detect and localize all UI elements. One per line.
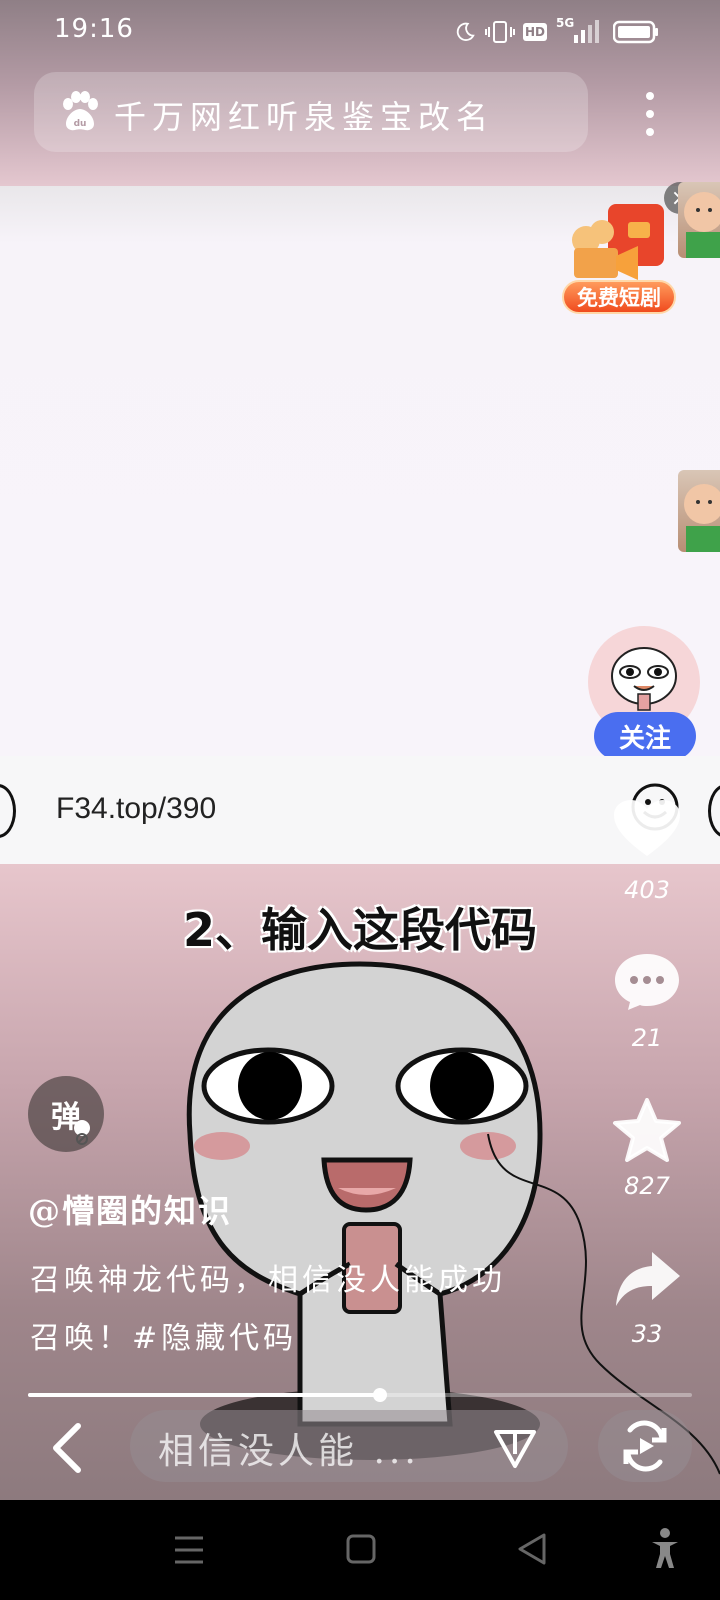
circle-icon — [708, 784, 720, 838]
like-count: 403 — [624, 876, 670, 904]
search-bar[interactable]: du 千万网红听泉鉴宝改名 — [34, 72, 588, 152]
more-vertical-icon[interactable] — [630, 84, 670, 144]
battery-icon — [612, 18, 660, 46]
moon-icon — [452, 18, 478, 46]
ad-label[interactable]: 免费短剧 — [562, 280, 676, 314]
video-description: 召唤神龙代码，相信没人能成功召唤！#隐藏代码 — [30, 1263, 506, 1356]
svg-text:du: du — [74, 119, 87, 129]
baby-thumbnail[interactable] — [678, 182, 720, 258]
baidu-paw-icon: du — [58, 90, 102, 134]
system-nav-bar — [0, 1500, 720, 1600]
vibrate-icon — [484, 18, 516, 46]
circle-icon — [0, 784, 16, 838]
search-query: 千万网红听泉鉴宝改名 — [114, 98, 495, 136]
back-triangle-icon[interactable] — [516, 1532, 548, 1566]
comment-input[interactable]: 相信没人能 ... — [130, 1410, 568, 1482]
progress-fill — [28, 1393, 380, 1397]
back-icon[interactable] — [48, 1420, 88, 1476]
comment-icon[interactable] — [612, 950, 682, 1012]
replay-icon[interactable] — [598, 1410, 692, 1482]
share-icon[interactable] — [612, 1248, 682, 1310]
hd-icon: HD — [522, 23, 547, 41]
danmu-off-icon — [74, 1120, 90, 1145]
status-time: 19:16 — [54, 14, 134, 44]
share-count: 33 — [631, 1320, 663, 1348]
send-icon[interactable] — [492, 1424, 538, 1470]
baby-thumbnail[interactable] — [678, 470, 720, 552]
favorite-count: 827 — [624, 1172, 670, 1200]
status-bar: 19:16 HD 5G — [0, 0, 720, 62]
accessibility-icon[interactable] — [650, 1528, 680, 1570]
video-progress-bar[interactable] — [28, 1388, 692, 1402]
author-handle[interactable]: @懵圈的知识 — [28, 1186, 232, 1232]
comment-count: 21 — [631, 1024, 663, 1052]
url-text[interactable]: F34.top/390 — [56, 792, 216, 826]
home-icon[interactable] — [346, 1534, 376, 1564]
5g-signal-icon: 5G — [556, 16, 600, 46]
like-icon[interactable] — [612, 798, 682, 860]
follow-button[interactable]: 关注 — [594, 712, 696, 760]
star-icon[interactable] — [612, 1098, 682, 1162]
menu-icon[interactable] — [172, 1534, 206, 1566]
danmu-toggle-button[interactable]: 弹 — [28, 1076, 104, 1152]
progress-knob[interactable] — [372, 1388, 387, 1402]
comment-placeholder: 相信没人能 ... — [158, 1431, 420, 1472]
